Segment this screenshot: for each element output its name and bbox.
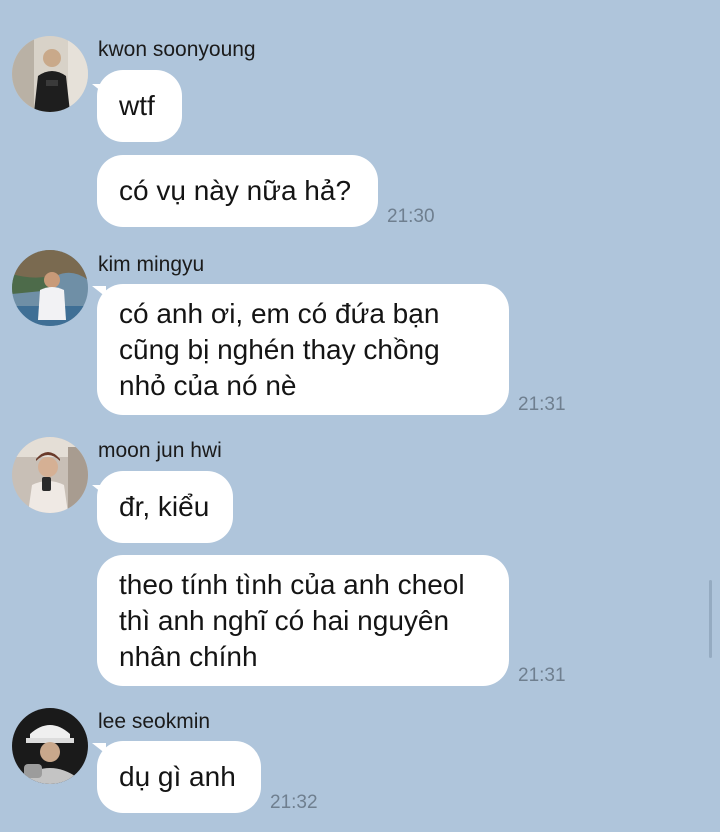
sender-name: lee seokmin (98, 710, 211, 733)
message-text: nhân chính (119, 640, 258, 672)
message-text: dụ gì anh (119, 761, 236, 792)
avatar-kim-mingyu[interactable] (12, 250, 88, 326)
message-text: thì anh nghĩ có hai nguyên (119, 604, 450, 636)
message-bubble[interactable]: dụ gì anh (97, 741, 261, 813)
message-bubble[interactable]: có vụ này nữa hả? (97, 155, 378, 227)
message-timestamp: 21:32 (270, 792, 318, 813)
user-avatar-icon (12, 437, 88, 513)
message-text: theo tính tình của anh cheol (119, 568, 465, 600)
sender-name: kim mingyu (98, 253, 205, 276)
chat-window: kwon soonyoung wtf có vụ này nữa hả? 21:… (0, 0, 720, 832)
avatar-kwon-soonyoung[interactable] (12, 36, 88, 112)
sender-name: kwon soonyoung (98, 38, 256, 61)
message-bubble[interactable]: đr, kiểu (97, 471, 233, 543)
message-text: có vụ này nữa hả? (119, 175, 352, 206)
user-avatar-icon (12, 708, 88, 784)
message-timestamp: 21:30 (387, 206, 435, 227)
message-text: có anh ơi, em có đứa bạn (119, 297, 440, 329)
message-text: wtf (119, 90, 155, 121)
message-bubble[interactable]: wtf (97, 70, 182, 142)
message-text: nhỏ của nó nè (119, 369, 297, 401)
sender-name: moon jun hwi (98, 439, 222, 462)
user-avatar-icon (12, 250, 88, 326)
avatar-lee-seokmin[interactable] (12, 708, 88, 784)
message-timestamp: 21:31 (518, 665, 566, 686)
message-timestamp: 21:31 (518, 394, 566, 415)
message-text: đr, kiểu (119, 491, 210, 522)
message-text: cũng bị nghén thay chồng (119, 333, 440, 365)
avatar-moon-jun-hwi[interactable] (12, 437, 88, 513)
scrollbar[interactable] (709, 580, 712, 658)
user-avatar-icon (12, 36, 88, 112)
message-bubble[interactable]: theo tính tình của anh cheol thì anh ngh… (97, 555, 509, 686)
message-bubble[interactable]: có anh ơi, em có đứa bạn cũng bị nghén t… (97, 284, 509, 415)
